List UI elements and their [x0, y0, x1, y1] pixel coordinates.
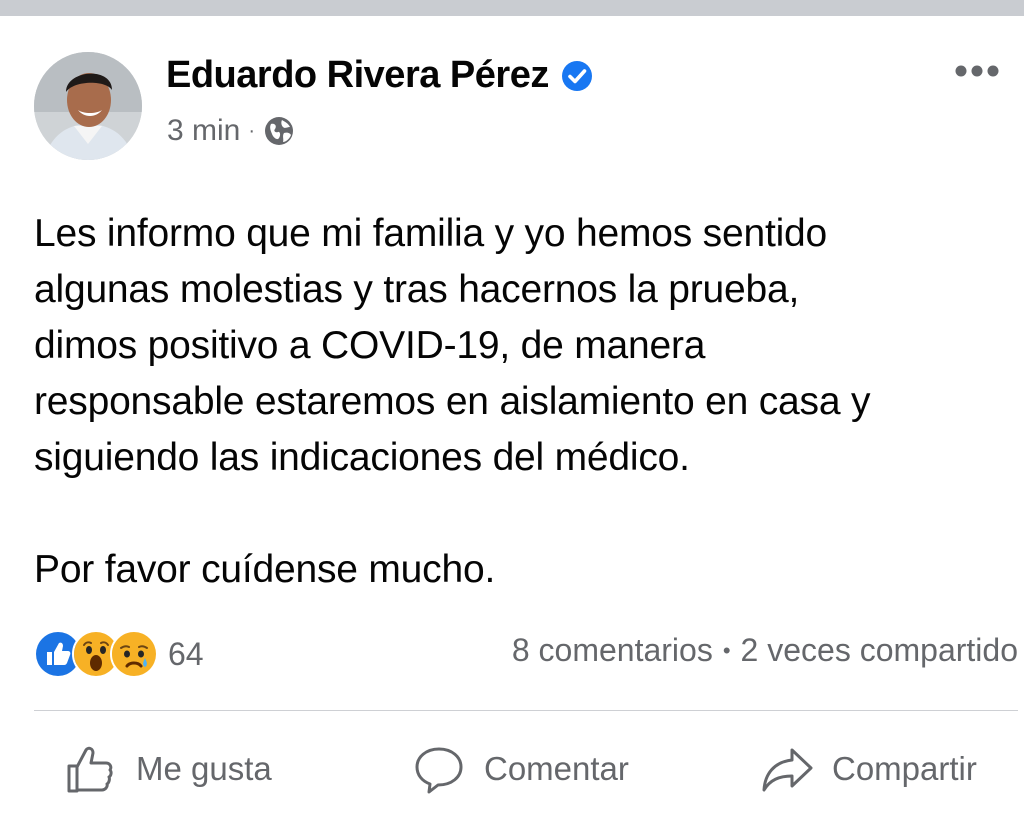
post-text-line: Por favor cuídense mucho. [34, 548, 496, 591]
comments-count-link[interactable]: 8 comentarios [512, 632, 713, 669]
thumbs-up-icon [64, 742, 118, 796]
post-text-line: responsable estaremos en aislamiento en … [34, 380, 871, 423]
top-bar [0, 0, 1024, 16]
globe-icon[interactable] [263, 115, 295, 147]
stats-separator: • [722, 637, 731, 663]
post-stats: 8 comentarios • 2 veces compartido [512, 632, 1018, 669]
post-meta: 3 min · [167, 114, 295, 148]
post-body: Les informo que mi familia y yo hemos se… [34, 206, 1004, 598]
share-label: Compartir [832, 750, 977, 787]
avatar[interactable] [34, 52, 142, 160]
divider [34, 710, 1018, 711]
author-row: Eduardo Rivera Pérez [166, 54, 593, 97]
post-text-line: siguiendo las indicaciones del médico. [34, 436, 690, 479]
reactions-summary[interactable]: 64 [34, 630, 204, 678]
comment-label: Comentar [484, 750, 629, 787]
timestamp[interactable]: 3 min [167, 114, 240, 148]
verified-badge-icon [561, 60, 593, 92]
post-text-line: dimos positivo a COVID-19, de manera [34, 324, 706, 367]
like-label: Me gusta [136, 750, 272, 787]
shares-count-link[interactable]: 2 veces compartido [741, 632, 1018, 669]
post-text-line: Les informo que mi familia y yo hemos se… [34, 212, 828, 255]
comment-button[interactable]: Comentar [412, 742, 629, 796]
reaction-count: 64 [168, 635, 204, 672]
meta-separator: · [248, 119, 256, 142]
sad-reaction-icon [110, 630, 158, 678]
share-arrow-icon [760, 742, 814, 796]
more-options-icon[interactable] [952, 56, 1002, 86]
like-button[interactable]: Me gusta [64, 742, 272, 796]
reaction-icons [34, 630, 158, 678]
share-button[interactable]: Compartir [760, 742, 977, 796]
speech-bubble-icon [412, 742, 466, 796]
post-text-line: algunas molestias y tras hacernos la pru… [34, 268, 800, 311]
author-name[interactable]: Eduardo Rivera Pérez [166, 54, 549, 97]
